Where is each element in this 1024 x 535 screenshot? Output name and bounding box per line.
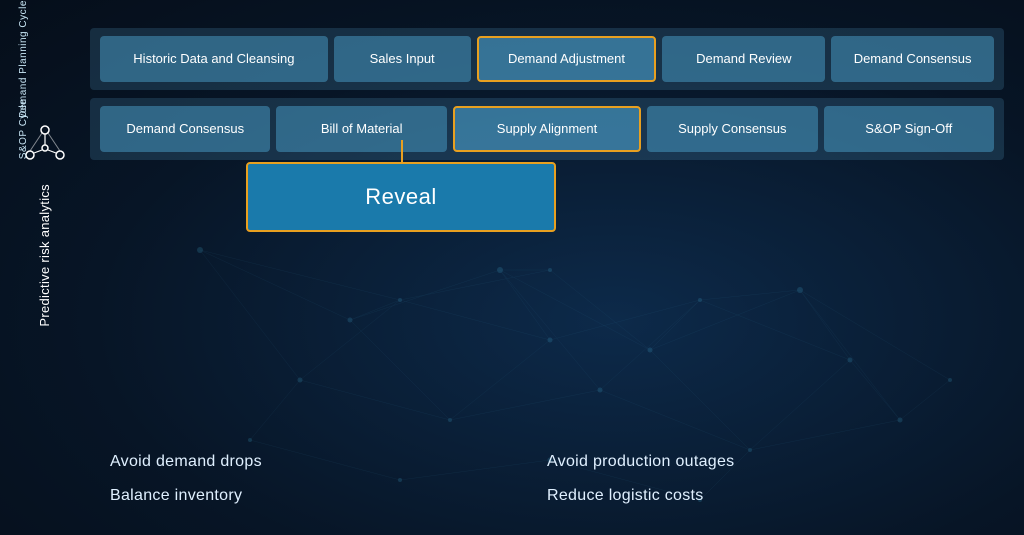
reveal-label: Reveal	[365, 184, 436, 209]
bottom-col-left: Avoid demand drops Balance inventory	[110, 453, 547, 505]
balance-inventory-text: Balance inventory	[110, 487, 547, 505]
reveal-container: Reveal	[246, 162, 556, 232]
main-content: Predictive risk analytics Demand Plannin…	[0, 0, 1024, 535]
reduce-logistic-text: Reduce logistic costs	[547, 487, 984, 505]
cell-supply-consensus: Supply Consensus	[647, 106, 817, 152]
rows-container: Demand Planning Cycle Historic Data and …	[90, 28, 1004, 168]
cell-bill-of-material: Bill of Material	[276, 106, 446, 152]
sop-label: S&OP Cycle	[18, 99, 29, 159]
cell-demand-consensus-dp: Demand Consensus	[831, 36, 994, 82]
bottom-col-right: Avoid production outages Reduce logistic…	[547, 453, 984, 505]
sop-row: S&OP Cycle Demand Consensus Bill of Mate…	[90, 98, 1004, 160]
cell-sales-input: Sales Input	[334, 36, 471, 82]
cell-historic-data: Historic Data and Cleansing	[100, 36, 328, 82]
demand-planning-row: Demand Planning Cycle Historic Data and …	[90, 28, 1004, 90]
cell-demand-review: Demand Review	[662, 36, 825, 82]
cell-sop-signoff: S&OP Sign-Off	[824, 106, 994, 152]
avoid-demand-text: Avoid demand drops	[110, 453, 547, 471]
cell-demand-consensus-sop: Demand Consensus	[100, 106, 270, 152]
logo-text: Predictive risk analytics	[37, 184, 54, 327]
reveal-box: Reveal	[246, 162, 556, 232]
cell-supply-alignment: Supply Alignment	[453, 106, 641, 152]
connector-arrow	[401, 140, 403, 164]
cell-demand-adjustment: Demand Adjustment	[477, 36, 657, 82]
avoid-production-text: Avoid production outages	[547, 453, 984, 471]
bottom-section: Avoid demand drops Balance inventory Avo…	[110, 453, 984, 505]
